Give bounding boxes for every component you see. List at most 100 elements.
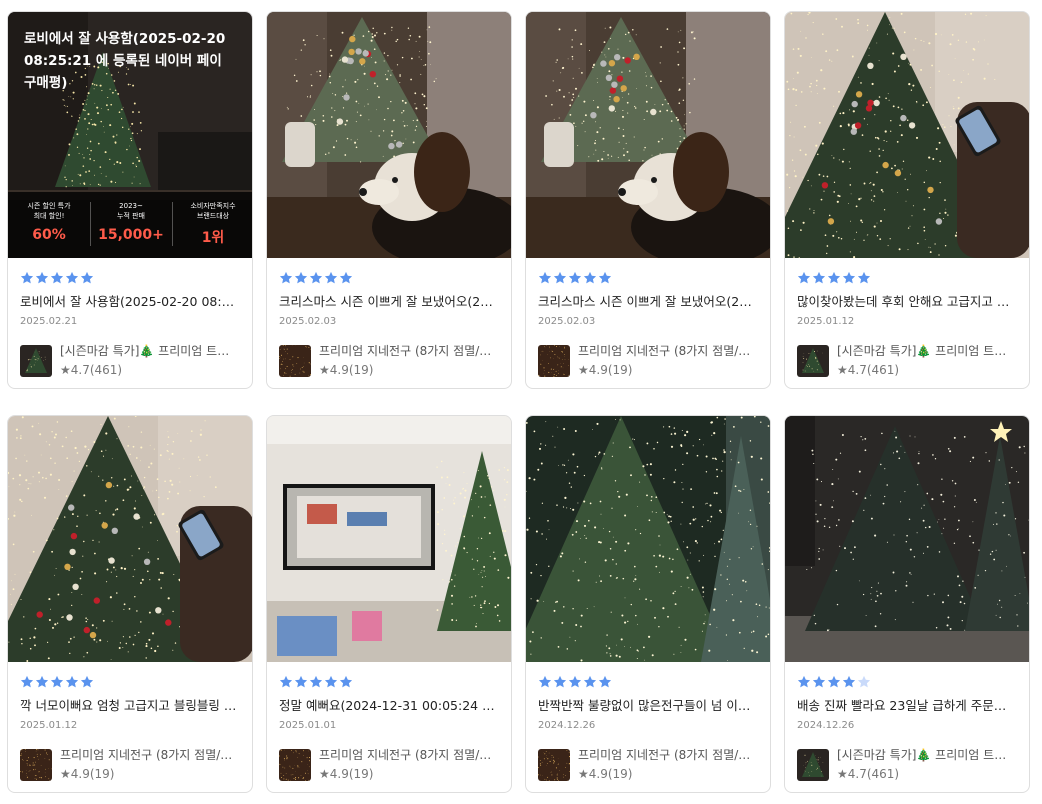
review-photo[interactable] (8, 416, 252, 662)
product-rating: ★4.7(461) (60, 363, 123, 377)
product-thumbnail[interactable] (279, 748, 311, 781)
review-card[interactable]: 정말 예뻐요(2024-12-31 00:05:24 에 등록된 구매평) 202… (266, 415, 512, 793)
star-icon (857, 271, 871, 284)
rating-stars (20, 271, 240, 287)
star-icon (50, 271, 64, 284)
review-photo[interactable] (785, 416, 1029, 662)
review-date: 2025.02.03 (279, 316, 337, 327)
star-icon (538, 675, 552, 688)
stat-sublabel: 브랜드대상 (196, 212, 230, 220)
product-name[interactable]: [시즌마감 특가]🎄 프리미엄 트리 210cm (60, 343, 240, 359)
review-body: 많이찾아봤는데 후회 안해요 고급지고 너무 예뻐요 2025.01.12 [시즌마… (785, 258, 1029, 378)
product-name[interactable]: 프리미엄 지네전구 (8가지 점멸/점등) (60, 747, 240, 763)
review-date: 2024.12.26 (538, 720, 596, 731)
review-photo[interactable] (267, 416, 511, 662)
star-icon (583, 271, 597, 284)
product-thumbnail[interactable] (797, 748, 829, 781)
star-icon (80, 675, 94, 688)
product-name[interactable]: 프리미엄 지네전구 (8가지 점멸/점등) (578, 747, 758, 763)
review-date: 2025.02.03 (538, 316, 596, 327)
product-link[interactable]: 프리미엄 지네전구 (8가지 점멸/점등) ★4.9(19) (538, 747, 758, 782)
product-thumbnail[interactable] (20, 344, 52, 377)
star-icon (65, 271, 79, 284)
product-link[interactable]: 프리미엄 지네전구 (8가지 점멸/점등) ★4.9(19) (279, 747, 499, 782)
star-icon (339, 271, 353, 284)
product-thumbnail[interactable] (797, 344, 829, 377)
star-icon (309, 675, 323, 688)
star-icon (583, 675, 597, 688)
review-card[interactable]: 크리스마스 시즌 이쁘게 잘 보냈어오(2025-02-02) 2025.02.0… (266, 11, 512, 389)
product-name[interactable]: [시즌마감 특가]🎄 프리미엄 트리 210cm (837, 747, 1017, 763)
review-title[interactable]: 로비에서 잘 사용함(2025-02-20 08:25:21 에 등록된 네이버… (20, 293, 240, 310)
review-card[interactable]: 배송 진짜 빨라요 23일날 급하게 주문했는데 2024.12.26 [시즌마감 … (784, 415, 1030, 793)
stat-label: 2023~ (119, 202, 143, 210)
review-photo[interactable]: 로비에서 잘 사용함(2025-02-20 08:25:21 에 등록된 네이버… (8, 12, 252, 258)
stat-value: 60% (32, 227, 66, 243)
review-card[interactable]: 반짝반짝 불량없이 많은전구들이 넘 이뻐요 2024.12.26 프리미엄 지네전… (525, 415, 771, 793)
product-thumbnail[interactable] (20, 748, 52, 781)
banner-headline: 로비에서 잘 사용함(2025-02-20 08:25:21 에 등록된 네이버… (24, 31, 226, 91)
banner-stat: 2023~ 누적 판매 15,000+ (90, 192, 172, 258)
review-title[interactable]: 반짝반짝 불량없이 많은전구들이 넘 이뻐요 (538, 697, 758, 714)
stat-sublabel: 누적 판매 (117, 212, 145, 220)
product-link[interactable]: 프리미엄 지네전구 (8가지 점멸/점등) ★4.9(19) (538, 343, 758, 378)
review-body: 배송 진짜 빨라요 23일날 급하게 주문했는데 2024.12.26 [시즌마감 … (785, 662, 1029, 782)
review-card[interactable]: 많이찾아봤는데 후회 안해요 고급지고 너무 예뻐요 2025.01.12 [시즌마… (784, 11, 1030, 389)
review-title[interactable]: 배송 진짜 빨라요 23일날 급하게 주문했는데 (797, 697, 1017, 714)
review-photo[interactable] (267, 12, 511, 258)
review-body: 로비에서 잘 사용함(2025-02-20 08:25:21 에 등록된 네이버… (8, 258, 252, 378)
star-icon (80, 271, 94, 284)
product-info: 프리미엄 지네전구 (8가지 점멸/점등) ★4.9(19) (578, 747, 758, 782)
product-link[interactable]: 프리미엄 지네전구 (8가지 점멸/점등) ★4.9(19) (20, 747, 240, 782)
product-name[interactable]: 프리미엄 지네전구 (8가지 점멸/점등) (578, 343, 758, 359)
review-date: 2025.01.12 (20, 720, 78, 731)
review-card[interactable]: 깍 너모이뻐요 엄청 고급지고 블링블링 ㅜㅜ 2025.01.12 프리미엄 지네… (7, 415, 253, 793)
star-icon (279, 271, 293, 284)
review-title[interactable]: 크리스마스 시즌 이쁘게 잘 보냈어오(2025-02-02) (538, 293, 758, 310)
review-body: 크리스마스 시즌 이쁘게 잘 보냈어오(2025-02-02) 2025.02.0… (526, 258, 770, 378)
review-title[interactable]: 깍 너모이뻐요 엄청 고급지고 블링블링 ㅜㅜ (20, 697, 240, 714)
review-photo[interactable] (526, 12, 770, 258)
star-icon (553, 271, 567, 284)
rating-stars (279, 675, 499, 691)
star-icon (568, 271, 582, 284)
star-icon (294, 675, 308, 688)
star-icon (797, 271, 811, 284)
review-date: 2025.01.12 (797, 316, 855, 327)
star-icon (842, 675, 856, 688)
review-title[interactable]: 많이찾아봤는데 후회 안해요 고급지고 너무 예뻐요 (797, 293, 1017, 310)
rating-stars (797, 271, 1017, 287)
review-title[interactable]: 정말 예뻐요(2024-12-31 00:05:24 에 등록된 구매평) (279, 697, 499, 714)
product-rating: ★4.9(19) (60, 767, 115, 781)
star-icon (812, 675, 826, 688)
product-name[interactable]: 프리미엄 지네전구 (8가지 점멸/점등) (319, 343, 499, 359)
star-icon (65, 675, 79, 688)
review-card[interactable]: 로비에서 잘 사용함(2025-02-20 08:25:21 에 등록된 네이버… (7, 11, 253, 389)
review-body: 크리스마스 시즌 이쁘게 잘 보냈어오(2025-02-02) 2025.02.0… (267, 258, 511, 378)
product-link[interactable]: 프리미엄 지네전구 (8가지 점멸/점등) ★4.9(19) (279, 343, 499, 378)
product-rating: ★4.9(19) (578, 767, 633, 781)
product-thumbnail[interactable] (279, 344, 311, 377)
product-thumbnail[interactable] (538, 344, 570, 377)
product-name[interactable]: [시즌마감 특가]🎄 프리미엄 트리 210cm (837, 343, 1017, 359)
review-photo[interactable] (526, 416, 770, 662)
star-icon (827, 271, 841, 284)
product-thumbnail[interactable] (538, 748, 570, 781)
review-card[interactable]: 크리스마스 시즌 이쁘게 잘 보냈어오(2025-02-02) 2025.02.0… (525, 11, 771, 389)
star-icon (309, 271, 323, 284)
star-icon (279, 675, 293, 688)
review-photo[interactable] (785, 12, 1029, 258)
review-grid: 로비에서 잘 사용함(2025-02-20 08:25:21 에 등록된 네이버… (7, 11, 1031, 793)
banner-stats: 시즌 할인 특가 최대 할인! 60% 2023~ 누적 판매 15,000+ 소비자만족지… (8, 192, 252, 258)
star-icon (598, 271, 612, 284)
review-body: 정말 예뻐요(2024-12-31 00:05:24 에 등록된 구매평) 202… (267, 662, 511, 782)
product-link[interactable]: [시즌마감 특가]🎄 프리미엄 트리 210cm ★4.7(461) (797, 343, 1017, 378)
banner-stat: 시즌 할인 특가 최대 할인! 60% (8, 192, 90, 258)
stat-value: 15,000+ (98, 227, 164, 243)
product-link[interactable]: [시즌마감 특가]🎄 프리미엄 트리 210cm ★4.7(461) (797, 747, 1017, 782)
review-title[interactable]: 크리스마스 시즌 이쁘게 잘 보냈어오(2025-02-02) (279, 293, 499, 310)
product-info: [시즌마감 특가]🎄 프리미엄 트리 210cm ★4.7(461) (837, 747, 1017, 782)
product-name[interactable]: 프리미엄 지네전구 (8가지 점멸/점등) (319, 747, 499, 763)
product-info: 프리미엄 지네전구 (8가지 점멸/점등) ★4.9(19) (319, 343, 499, 378)
product-link[interactable]: [시즌마감 특가]🎄 프리미엄 트리 210cm ★4.7(461) (20, 343, 240, 378)
